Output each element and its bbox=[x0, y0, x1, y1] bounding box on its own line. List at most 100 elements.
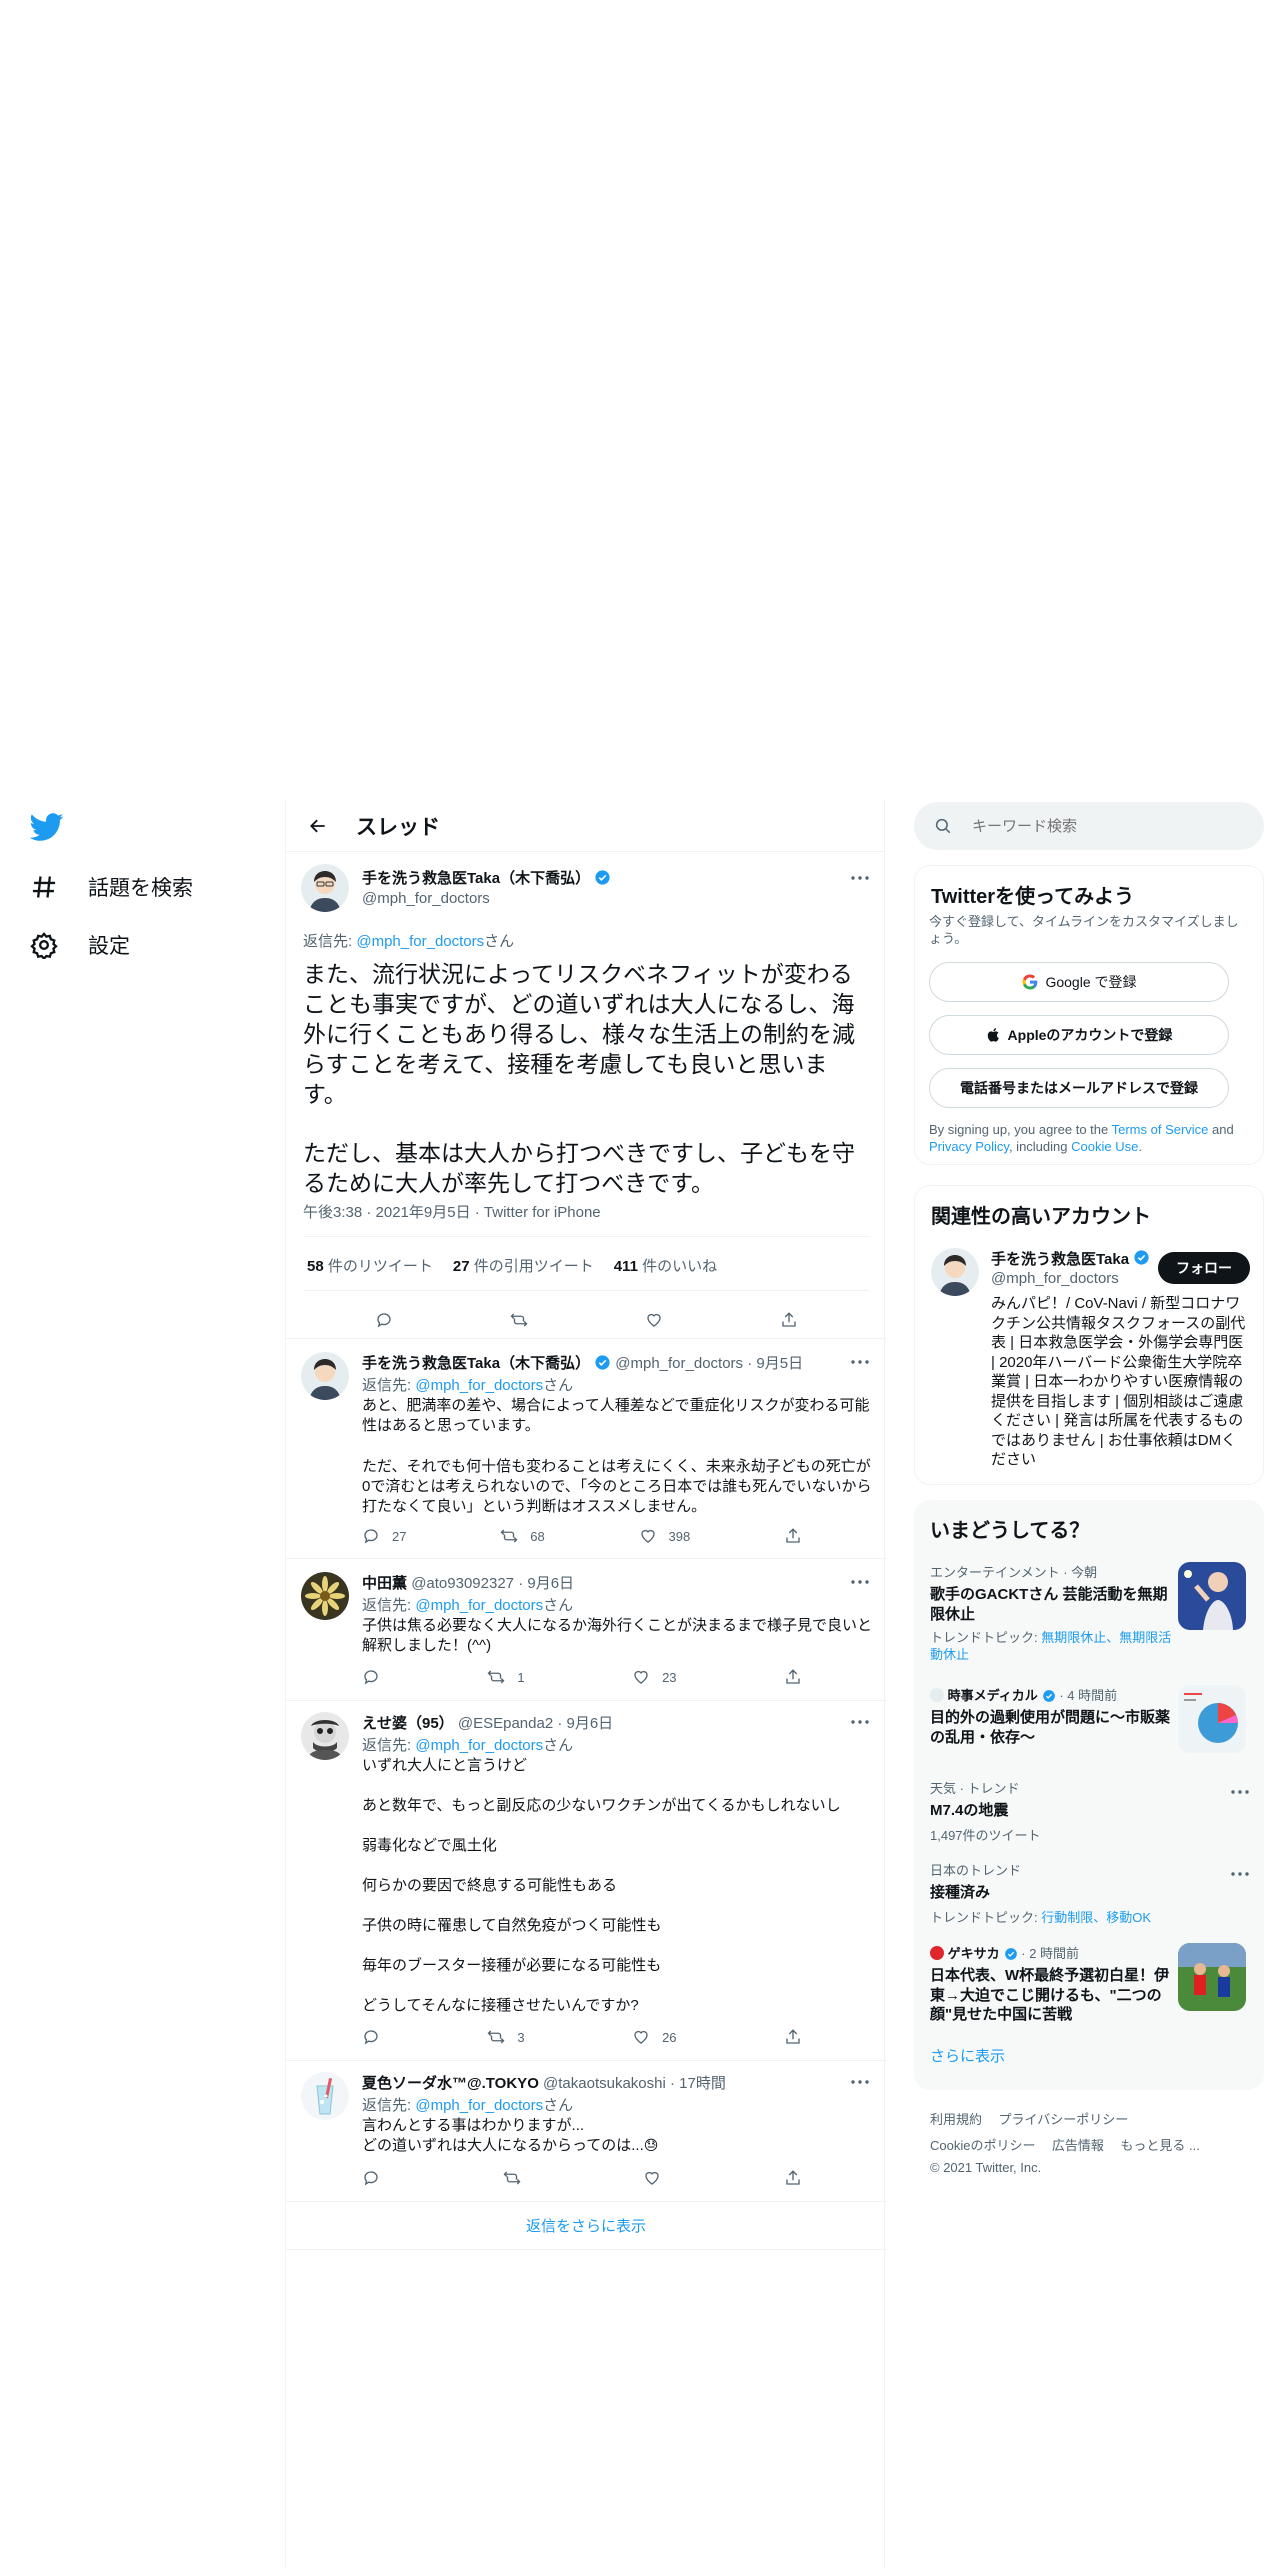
avatar[interactable] bbox=[931, 1248, 979, 1296]
retweet-icon bbox=[487, 2030, 505, 2044]
share-button[interactable] bbox=[784, 1527, 802, 1545]
like-button[interactable]: 23 bbox=[632, 1668, 677, 1686]
trend-more-button[interactable] bbox=[1228, 1864, 1252, 1884]
trend-item[interactable]: エンターテインメント · 今朝 歌手のGACKTさん 芸能活動を無期限休止 トレ… bbox=[930, 1562, 1180, 1664]
reply-time[interactable]: · 17時間 bbox=[670, 2075, 726, 2092]
retweet-count-link[interactable]: 58 件のリツイート bbox=[307, 1255, 433, 1276]
reply-author-name[interactable]: 手を洗う救急医Taka（木下喬弘） bbox=[362, 1355, 590, 1372]
reply-author-handle[interactable]: @takaotsukakoshi bbox=[543, 2075, 666, 2092]
like-button[interactable]: 26 bbox=[632, 2028, 677, 2046]
google-signup-button[interactable]: Google で登録 bbox=[929, 962, 1229, 1002]
retweet-button[interactable]: 1 bbox=[487, 1668, 525, 1686]
avatar[interactable] bbox=[301, 1572, 349, 1620]
reply-mention-link[interactable]: @mph_for_doctors bbox=[415, 1377, 543, 1394]
search-icon bbox=[935, 818, 951, 834]
share-button[interactable] bbox=[784, 2028, 802, 2046]
trend-item[interactable]: 日本のトレンド 接種済み トレンドトピック: 行動制限、移動OK bbox=[930, 1860, 1230, 1926]
signup-card: Twitterを使ってみよう 今すぐ登録して、タイムラインをカスタマイズしましょ… bbox=[914, 865, 1264, 1165]
reply-button[interactable]: 27 bbox=[362, 1527, 406, 1545]
quote-count-link[interactable]: 27 件の引用ツイート bbox=[453, 1255, 594, 1276]
footer-more-link[interactable]: もっと見る ... bbox=[1120, 2138, 1199, 2153]
trend-topic-links[interactable]: 行動制限、移動OK bbox=[1041, 1910, 1151, 1925]
trend-thumbnail[interactable] bbox=[1178, 1562, 1246, 1630]
retweet-button[interactable] bbox=[510, 1311, 528, 1329]
reply-time[interactable]: · 9月6日 bbox=[518, 1575, 574, 1592]
reply-mention-link[interactable]: @mph_for_doctors bbox=[415, 2097, 543, 2114]
avatar[interactable] bbox=[301, 864, 349, 912]
reply-text: 言わんとする事はわかりますが... どの道いずれは大人になるからってのは... bbox=[362, 2117, 644, 2155]
more-options-button[interactable] bbox=[848, 2072, 872, 2092]
trends-card: いまどうしてる？ エンターテインメント · 今朝 歌手のGACKTさん 芸能活動… bbox=[914, 1500, 1264, 2090]
author-handle[interactable]: @mph_for_doctors bbox=[362, 890, 490, 907]
like-count-link[interactable]: 411 件のいいね bbox=[614, 1255, 717, 1276]
reply-text: いずれ大人にと言うけど あと数年で、もっと副反応の少ないワクチンが出てくるかもし… bbox=[362, 1757, 841, 2014]
tweet-timestamp[interactable]: 午後3:38 · 2021年9月5日 · Twitter for iPhone bbox=[303, 1201, 601, 1222]
nav-settings[interactable]: 設定 bbox=[30, 925, 130, 965]
avatar[interactable] bbox=[301, 1712, 349, 1760]
author-line: 手を洗う救急医Taka（木下喬弘） bbox=[362, 867, 611, 888]
share-button[interactable] bbox=[784, 1668, 802, 1686]
news-source-name: 時事メディカル bbox=[947, 1688, 1038, 1703]
reply-button[interactable] bbox=[362, 2028, 380, 2046]
more-options-button[interactable] bbox=[848, 1712, 872, 1732]
reply-suffix: さん bbox=[484, 933, 515, 950]
reply-time[interactable]: · 9月5日 bbox=[747, 1355, 803, 1372]
heart-icon bbox=[645, 2171, 659, 2185]
show-more-replies-link[interactable]: 返信をさらに表示 bbox=[286, 2215, 886, 2236]
nav-explore[interactable]: 話題を検索 bbox=[30, 867, 193, 907]
reply-author-handle[interactable]: @ato93092327 bbox=[411, 1575, 514, 1592]
retweet-button[interactable]: 68 bbox=[500, 1527, 545, 1545]
avatar[interactable] bbox=[301, 1352, 349, 1400]
reply-author-handle[interactable]: @mph_for_doctors bbox=[615, 1355, 743, 1372]
reply-button[interactable] bbox=[362, 1668, 380, 1686]
share-button[interactable] bbox=[784, 2169, 802, 2187]
trend-item[interactable]: 天気 · トレンド M7.4の地震 1,497件のツイート bbox=[930, 1778, 1230, 1844]
privacy-link[interactable]: Privacy Policy bbox=[929, 1139, 1009, 1154]
avatar[interactable] bbox=[301, 2072, 349, 2120]
footer-ads-link[interactable]: 広告情報 bbox=[1052, 2138, 1104, 2153]
terms-link[interactable]: Terms of Service bbox=[1112, 1122, 1209, 1137]
like-button[interactable] bbox=[645, 1311, 663, 1329]
related-account-name[interactable]: 手を洗う救急医Taka（木下喬弘） bbox=[991, 1251, 1139, 1268]
reply-time[interactable]: · 9月6日 bbox=[557, 1715, 613, 1732]
search-input[interactable] bbox=[972, 817, 1232, 835]
share-button[interactable] bbox=[780, 1311, 798, 1329]
like-button[interactable] bbox=[643, 2169, 661, 2187]
more-options-button[interactable] bbox=[848, 868, 872, 888]
reply-mention-link[interactable]: @mph_for_doctors bbox=[415, 1597, 543, 1614]
cookie-use-link[interactable]: Cookie Use bbox=[1071, 1139, 1138, 1154]
trend-subtitle: トレンドトピック: 無期限休止、無期限活動休止 bbox=[930, 1630, 1172, 1662]
footer-terms-link[interactable]: 利用規約 bbox=[930, 2112, 982, 2127]
reply-author-name[interactable]: えせ婆（95） bbox=[362, 1715, 454, 1732]
trend-more-button[interactable] bbox=[1228, 1782, 1252, 1802]
trends-show-more-link[interactable]: さらに表示 bbox=[930, 2045, 1005, 2066]
trend-item[interactable]: ゲキサカ · 2 時間前 日本代表、W杯最終予選初白星！伊東→大迫でこじ開けるも… bbox=[930, 1943, 1180, 2025]
trend-thumbnail[interactable] bbox=[1178, 1685, 1246, 1753]
footer-privacy-link[interactable]: プライバシーポリシー bbox=[998, 2112, 1128, 2127]
retweet-button[interactable]: 3 bbox=[487, 2028, 525, 2046]
related-account-handle[interactable]: @mph_for_doctors bbox=[991, 1270, 1119, 1287]
twitter-logo-icon[interactable] bbox=[29, 810, 70, 846]
reply-author-handle[interactable]: @ESEpanda2 bbox=[458, 1715, 553, 1732]
trend-item[interactable]: 時事メディカル · 4 時間前 目的外の過剰使用が問題に～市販薬の乱用・依存～ bbox=[930, 1685, 1180, 1747]
more-options-button[interactable] bbox=[848, 1572, 872, 1592]
like-button[interactable]: 398 bbox=[639, 1527, 690, 1545]
signup-subtitle: 今すぐ登録して、タイムラインをカスタマイズしましょう。 bbox=[929, 914, 1239, 946]
trend-thumbnail[interactable] bbox=[1178, 1943, 1246, 2011]
reply-mention-link[interactable]: @mph_for_doctors bbox=[356, 933, 484, 950]
more-options-button[interactable] bbox=[848, 1352, 872, 1372]
back-button[interactable] bbox=[300, 808, 336, 844]
reply-author-name[interactable]: 夏色ソーダ水™@.TOKYO bbox=[362, 2075, 539, 2092]
phone-email-signup-button[interactable]: 電話番号またはメールアドレスで登録 bbox=[929, 1068, 1229, 1108]
retweet-button[interactable] bbox=[503, 2169, 521, 2187]
follow-button[interactable]: フォロー bbox=[1158, 1252, 1250, 1284]
reply-button[interactable] bbox=[375, 1311, 393, 1329]
reply-author-name[interactable]: 中田薫 bbox=[362, 1575, 407, 1592]
news-time: · 4 時間前 bbox=[1059, 1688, 1118, 1703]
reply-mention-link[interactable]: @mph_for_doctors bbox=[415, 1737, 543, 1754]
reply-button[interactable] bbox=[362, 2169, 380, 2187]
apple-signup-button[interactable]: Appleのアカウントで登録 bbox=[929, 1015, 1229, 1055]
footer-cookie-link[interactable]: Cookieのポリシー bbox=[930, 2138, 1035, 2153]
author-name[interactable]: 手を洗う救急医Taka（木下喬弘） bbox=[362, 870, 590, 887]
search-box[interactable] bbox=[914, 802, 1264, 850]
